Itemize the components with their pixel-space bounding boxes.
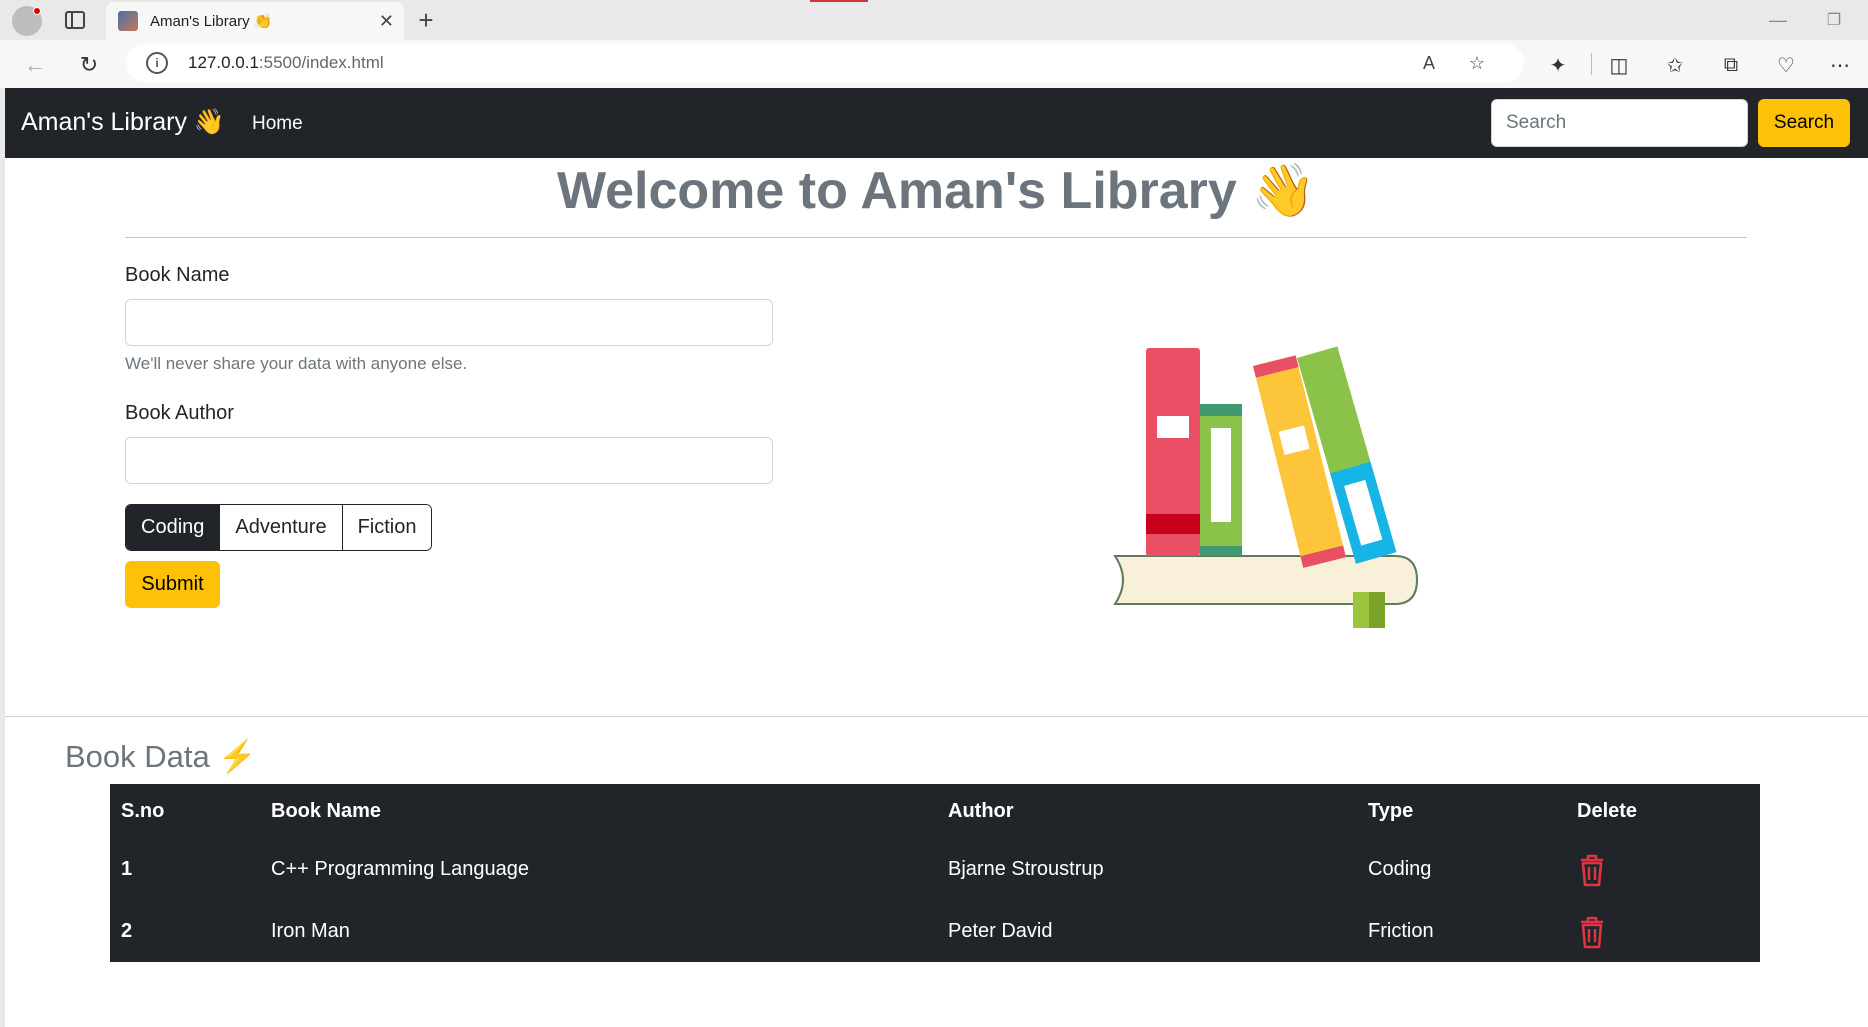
cell-book-name: Iron Man <box>271 919 350 942</box>
toolbar-separator <box>1591 53 1592 75</box>
page-viewport: Aman's Library 👋 Home Search Welcome to … <box>5 88 1868 1027</box>
window-minimize-icon[interactable]: — <box>1764 8 1792 32</box>
book-name-label: Book Name <box>125 264 230 286</box>
url-path: :5500/index.html <box>258 53 384 72</box>
cell-author: Bjarne Stroustrup <box>948 857 1104 880</box>
column-header-sno: S.no <box>121 799 165 822</box>
notification-dot <box>33 7 41 15</box>
table-header-row: S.no Book Name Author Type Delete <box>110 784 1760 838</box>
tab-title: Aman's Library 👏 <box>150 13 273 30</box>
split-screen-icon[interactable]: ◫ <box>1605 52 1633 78</box>
collections-icon[interactable]: ⧉ <box>1717 52 1745 78</box>
tab-strip-indicator <box>810 0 868 2</box>
book-author-input[interactable] <box>125 437 773 484</box>
more-menu-icon[interactable]: ⋯ <box>1826 52 1854 78</box>
back-icon[interactable]: ← <box>20 50 50 80</box>
books-illustration <box>1113 346 1419 628</box>
nav-link-home[interactable]: Home <box>252 113 303 135</box>
cell-delete <box>1566 900 1760 962</box>
tab-close-icon[interactable]: ✕ <box>379 11 394 32</box>
book-type-toggle-group: Coding Adventure Fiction <box>125 504 433 551</box>
window-maximize-icon[interactable]: ❐ <box>1820 8 1848 32</box>
column-header-book-name: Book Name <box>271 799 382 822</box>
address-toolbar: ← ↻ i 127.0.0.1:5500/index.html A ☆ ✦ ◫ … <box>0 40 1868 88</box>
book-name-input[interactable] <box>125 299 773 346</box>
navbar: Aman's Library 👋 Home Search <box>5 88 1868 158</box>
table-row: 1 C++ Programming Language Bjarne Strous… <box>110 838 1760 900</box>
favorites-icon[interactable]: ✩ <box>1661 52 1689 78</box>
column-header-author: Author <box>948 799 1014 822</box>
book-table: S.no Book Name Author Type Delete 1 C++ … <box>110 784 1760 962</box>
column-header-type: Type <box>1368 799 1414 822</box>
table-row: 2 Iron Man Peter David Friction <box>110 900 1760 962</box>
cell-type: Coding <box>1368 857 1432 880</box>
url-host: 127.0.0.1 <box>188 53 259 72</box>
book-name-help-text: We'll never share your data with anyone … <box>125 354 468 373</box>
reload-icon[interactable]: ↻ <box>74 50 104 80</box>
divider <box>125 237 1747 238</box>
cell-delete <box>1566 838 1760 900</box>
browser-tab-active[interactable]: Aman's Library 👏 ✕ <box>106 2 404 40</box>
profile-icon[interactable] <box>12 6 42 36</box>
book-author-label: Book Author <box>125 402 234 424</box>
book-data-heading: Book Data ⚡ <box>65 739 257 774</box>
search-input[interactable] <box>1491 99 1748 147</box>
url-text[interactable]: 127.0.0.1:5500/index.html <box>188 53 384 73</box>
new-tab-icon[interactable]: + <box>412 5 440 35</box>
cell-author: Peter David <box>948 919 1053 942</box>
site-info-icon[interactable]: i <box>146 52 168 74</box>
browser-essentials-icon[interactable]: ♡ <box>1772 52 1800 78</box>
trash-icon[interactable] <box>1577 852 1607 888</box>
read-aloud-icon[interactable]: A <box>1416 51 1442 75</box>
section-divider <box>5 716 1868 717</box>
page-title: Welcome to Aman's Library 👋 <box>556 162 1317 220</box>
favorite-star-icon[interactable]: ☆ <box>1464 51 1490 75</box>
tab-actions-icon[interactable] <box>62 9 88 31</box>
cell-sno: 2 <box>121 919 133 942</box>
cell-sno: 1 <box>121 857 133 880</box>
tab-favicon-icon <box>118 11 138 31</box>
cell-book-name: C++ Programming Language <box>271 857 529 880</box>
address-bar[interactable]: i 127.0.0.1:5500/index.html A ☆ <box>126 44 1524 82</box>
type-option-fiction[interactable]: Fiction <box>342 505 432 550</box>
type-option-adventure[interactable]: Adventure <box>220 505 343 550</box>
type-option-coding[interactable]: Coding <box>126 505 221 550</box>
search-button[interactable]: Search <box>1758 99 1850 147</box>
cell-type: Friction <box>1368 919 1434 942</box>
navbar-brand[interactable]: Aman's Library 👋 <box>21 108 225 137</box>
browser-tab-strip: Aman's Library 👏 ✕ + — ❐ <box>0 0 1868 40</box>
submit-button[interactable]: Submit <box>125 561 220 608</box>
column-header-delete: Delete <box>1577 799 1638 822</box>
trash-icon[interactable] <box>1577 914 1607 950</box>
extensions-icon[interactable]: ✦ <box>1544 52 1572 78</box>
